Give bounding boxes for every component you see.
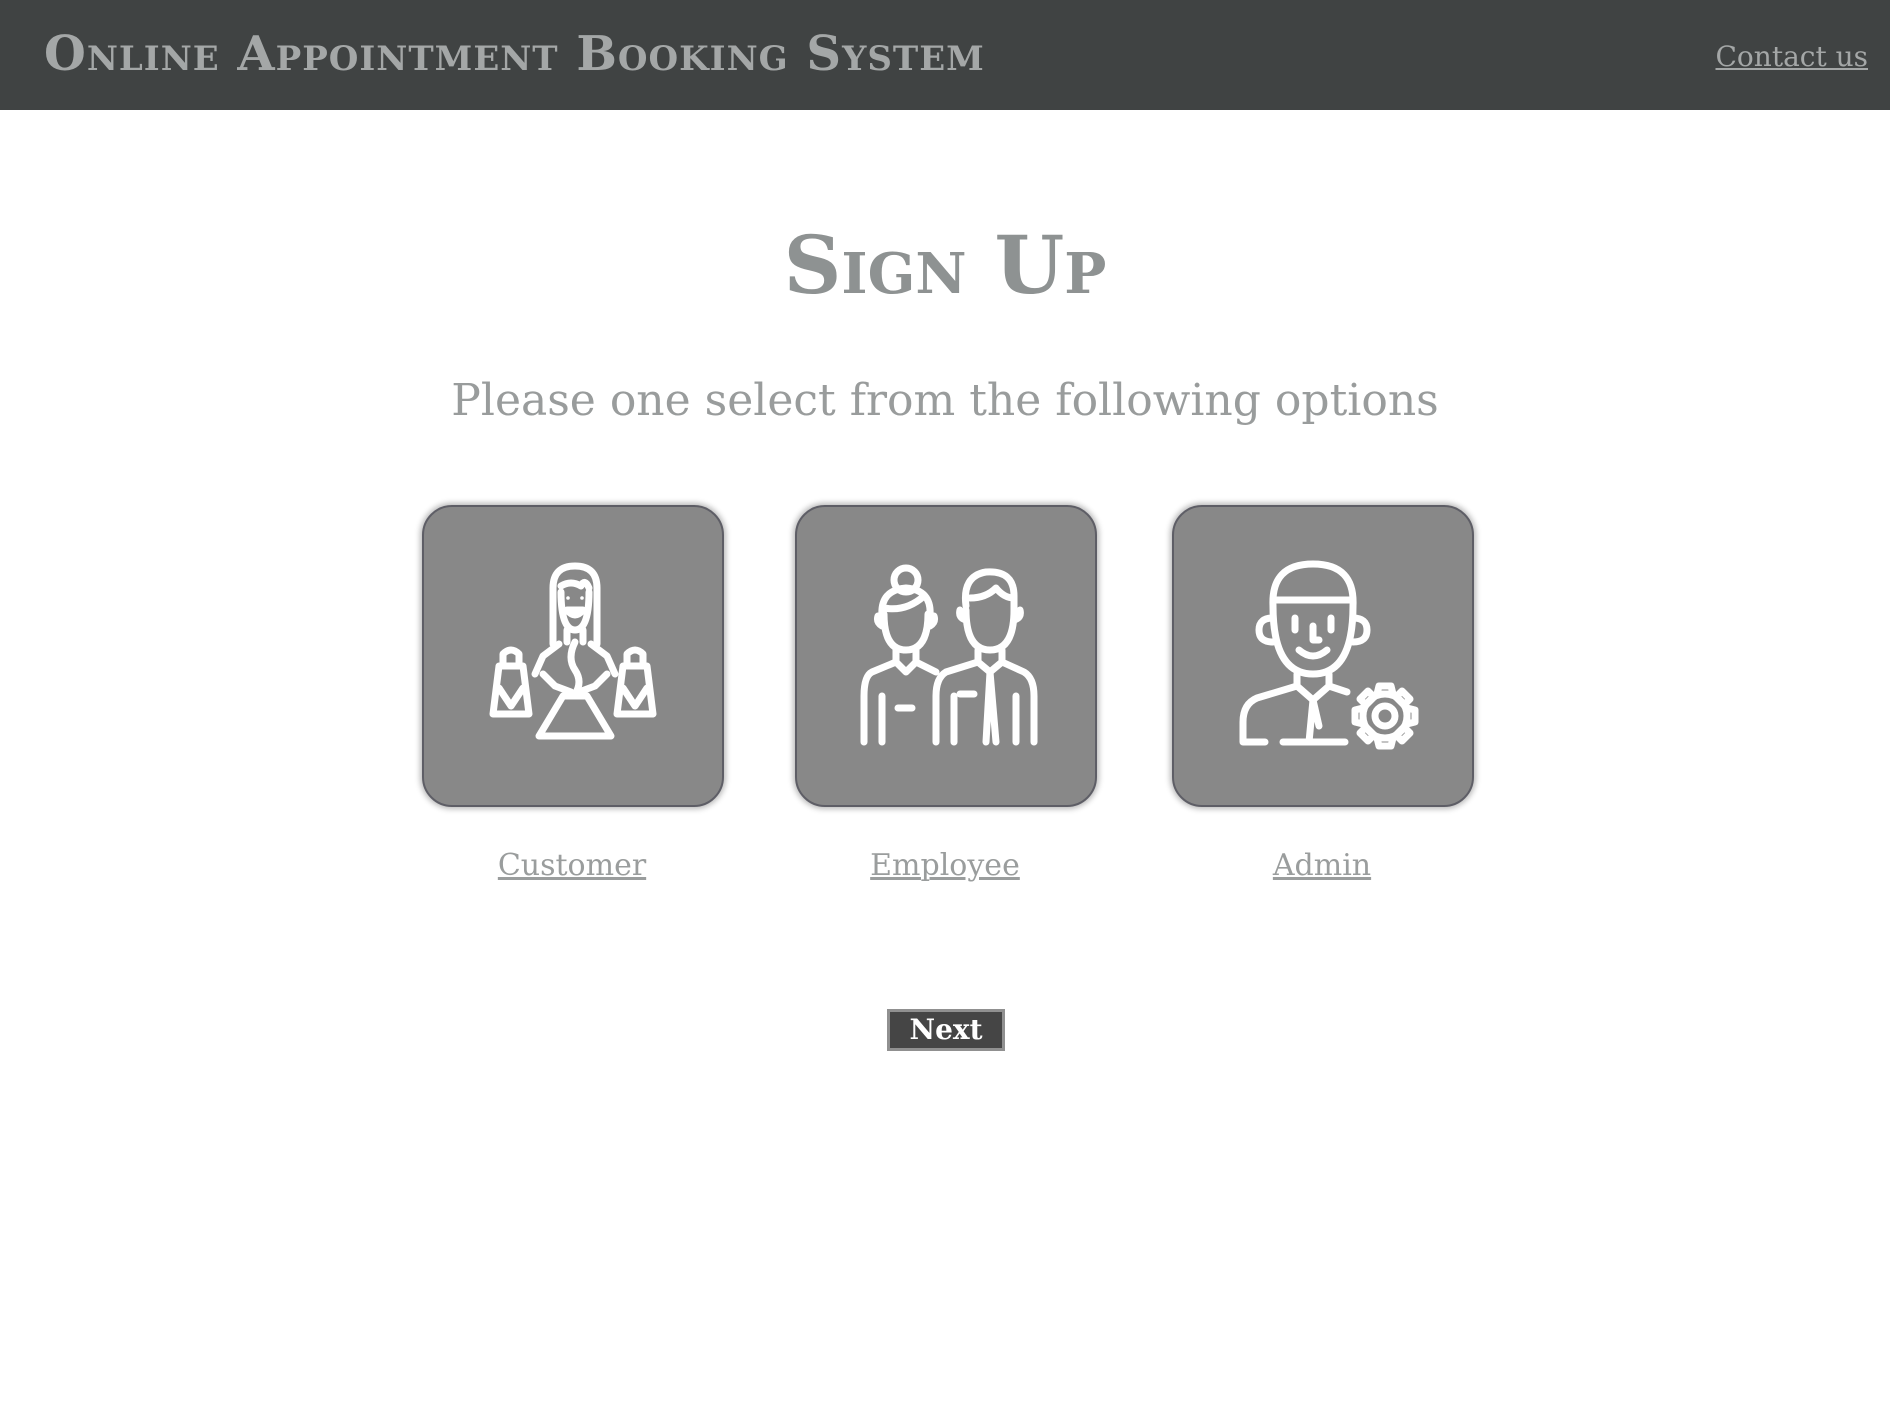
customer-link[interactable]: Customer: [422, 848, 722, 883]
employee-link[interactable]: Employee: [795, 848, 1095, 883]
option-employee: Employee: [795, 505, 1097, 883]
customer-card[interactable]: [422, 505, 724, 807]
contact-us-link[interactable]: Contact us: [1716, 40, 1869, 73]
option-customer: Customer: [422, 505, 724, 883]
page-title: Sign Up: [783, 218, 1107, 312]
next-button[interactable]: Next: [887, 1009, 1005, 1051]
app-title: Online Appointment Booking System: [44, 26, 985, 82]
employees-icon: [860, 564, 1038, 746]
customer-shopping-icon: [489, 562, 657, 740]
page-subtitle: Please one select from the following opt…: [451, 375, 1439, 426]
admin-card[interactable]: [1172, 505, 1474, 807]
employee-card[interactable]: [795, 505, 1097, 807]
option-admin: Admin: [1172, 505, 1474, 883]
admin-link[interactable]: Admin: [1172, 848, 1472, 883]
admin-gear-icon: [1239, 560, 1419, 750]
header-bar: Online Appointment Booking System Contac…: [0, 0, 1890, 110]
